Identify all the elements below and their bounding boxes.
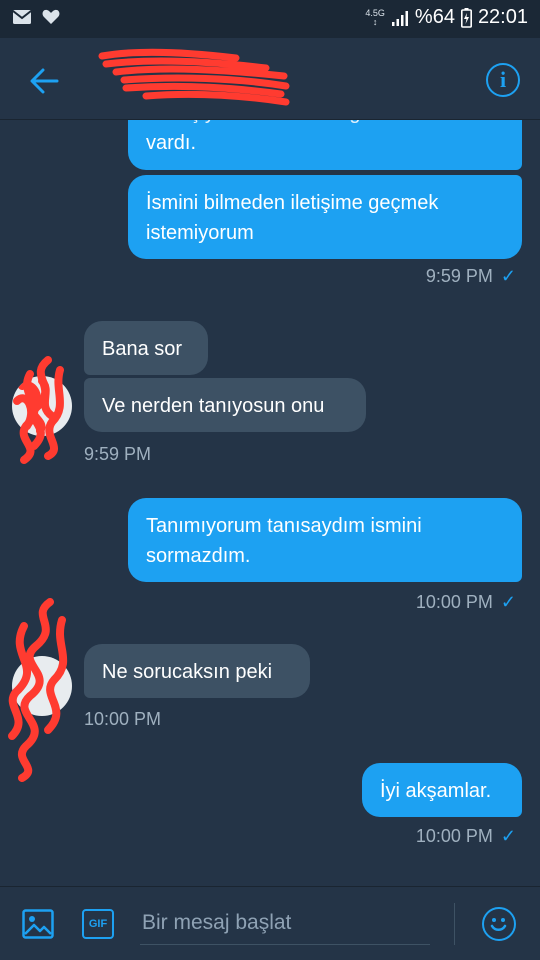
gif-label: GIF — [88, 918, 108, 930]
message-bubble-sent[interactable]: Bu kişiye sormak istediğim bir soru vard… — [128, 120, 522, 170]
message-input[interactable] — [140, 901, 430, 945]
checkmark-icon: ✓ — [500, 266, 516, 286]
arrow-left-icon — [30, 68, 59, 94]
gif-button[interactable]: GIF — [82, 909, 114, 939]
message-timestamp: 10:00 PM ✓ — [415, 826, 516, 846]
divider — [454, 903, 455, 945]
info-icon: i — [499, 67, 507, 92]
add-photo-button[interactable] — [22, 909, 54, 939]
message-text: Ne sorucaksın peki — [102, 661, 273, 683]
smiley-icon — [490, 918, 507, 931]
signal-icon — [391, 10, 408, 26]
redaction-scribble — [8, 598, 68, 782]
network-indicator: 4.5G ↕ — [365, 7, 385, 27]
checkmark-icon: ✓ — [500, 826, 516, 846]
message-list[interactable]: Bu kişiye sormak istediğim bir soru vard… — [0, 120, 540, 886]
checkmark-icon: ✓ — [500, 592, 516, 612]
conversation-header: i — [0, 38, 540, 120]
message-composer: GIF — [0, 886, 540, 960]
emoji-button[interactable] — [482, 907, 516, 941]
message-bubble-received[interactable]: Bana sor — [84, 321, 208, 375]
message-timestamp: 10:00 PM — [84, 709, 162, 729]
clock: 22:01 — [477, 6, 528, 28]
message-text: İsmini bilmeden iletişime geçmek istemiy… — [146, 192, 439, 244]
message-timestamp: 9:59 PM ✓ — [425, 266, 516, 286]
message-text: vardı. — [146, 132, 197, 154]
message-text-partial: Bu kişiye sormak istediğim bir soru — [146, 120, 504, 128]
message-text: Ve nerden tanıyosun onu — [102, 395, 325, 417]
message-text: Bana sor — [102, 338, 183, 360]
info-button[interactable]: i — [486, 63, 520, 97]
message-text: Tanımıyorum tanısaydım ismini sormazdım. — [146, 515, 422, 567]
message-bubble-sent[interactable]: İyi akşamlar. — [362, 763, 522, 817]
message-timestamp: 10:00 PM ✓ — [415, 592, 516, 612]
message-bubble-received[interactable]: Ve nerden tanıyosun onu — [84, 378, 366, 432]
message-bubble-received[interactable]: Ne sorucaksın peki — [84, 644, 310, 698]
message-bubble-sent[interactable]: Tanımıyorum tanısaydım ismini sormazdım. — [128, 498, 522, 582]
status-bar: 4.5G ↕ %64 22:01 — [0, 0, 540, 38]
heart-icon — [42, 9, 60, 24]
message-bubble-sent[interactable]: İsmini bilmeden iletişime geçmek istemiy… — [128, 175, 522, 259]
back-button[interactable] — [24, 61, 64, 101]
image-icon — [22, 909, 54, 939]
message-timestamp: 9:59 PM — [84, 444, 152, 464]
redaction-scribble — [19, 356, 64, 464]
battery-icon — [460, 7, 472, 28]
redacted-username — [98, 48, 290, 106]
battery-percent: %64 — [414, 6, 455, 28]
message-text: İyi akşamlar. — [380, 780, 492, 802]
mail-icon — [12, 10, 32, 24]
